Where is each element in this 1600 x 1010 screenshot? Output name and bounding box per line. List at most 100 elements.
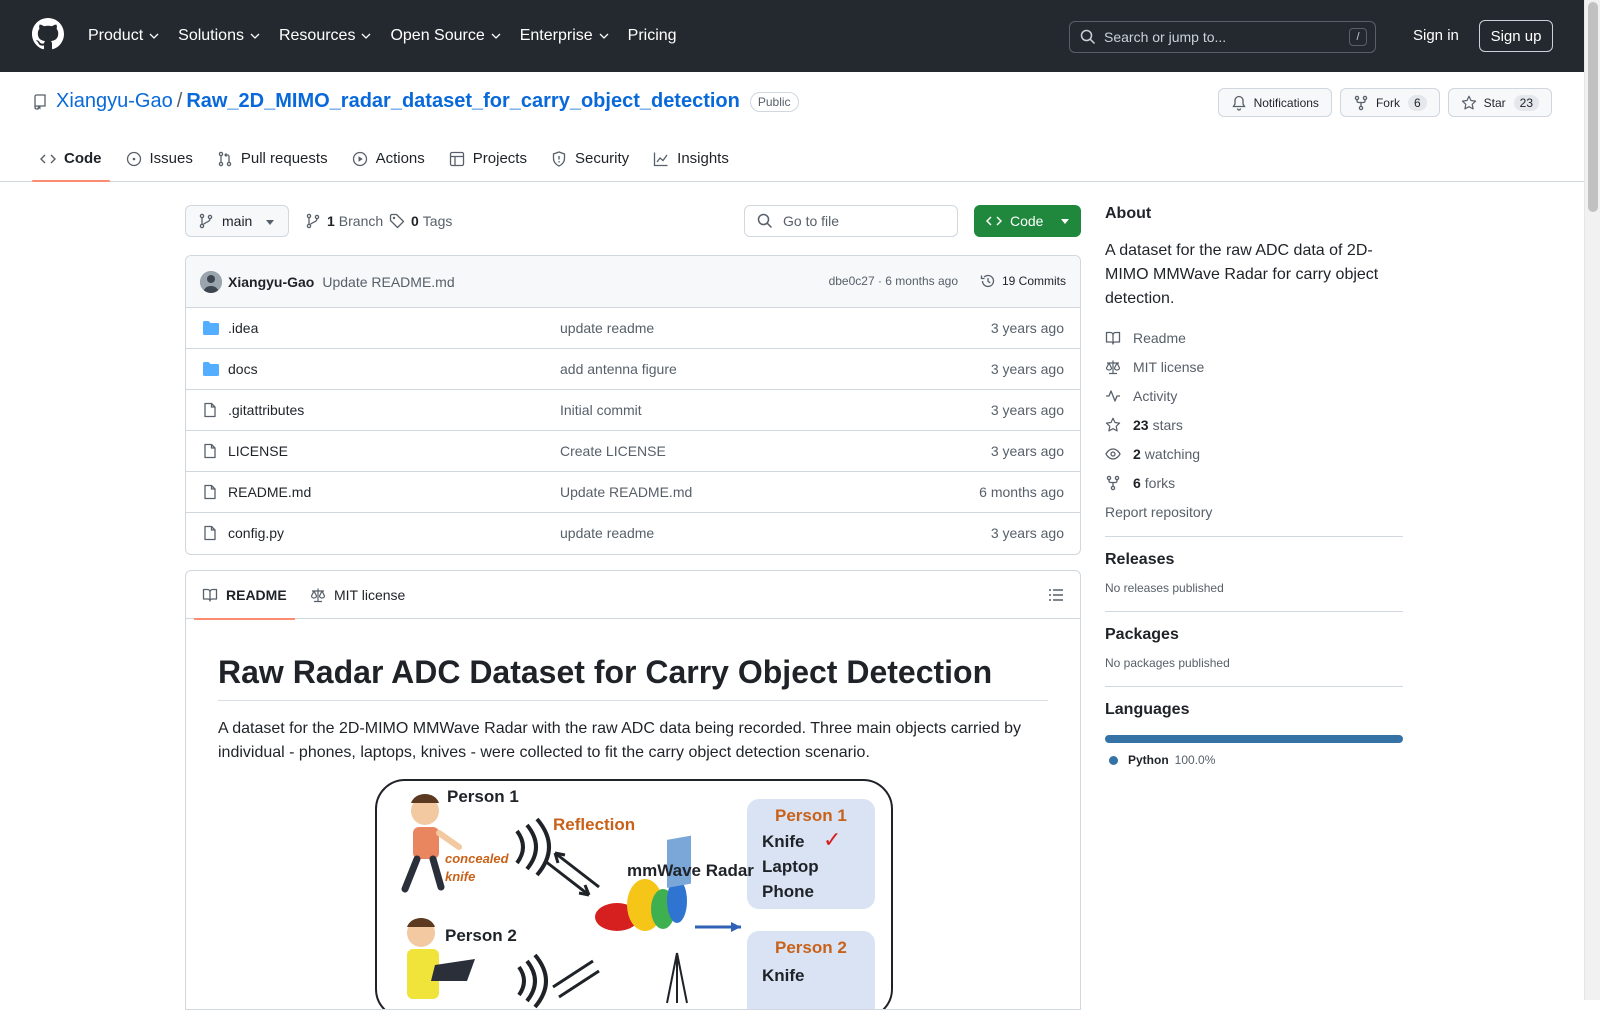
commit-hash-age[interactable]: dbe0c27 · 6 months ago [829,274,958,288]
watching-link[interactable]: 2 watching [1105,445,1403,462]
outline-list-icon[interactable] [1048,587,1064,603]
readme-figure: Person 1 Reflection concealed knife mmWa… [375,779,893,1009]
book-icon [202,588,218,602]
code-dropdown-button[interactable]: Code [974,205,1081,237]
file-age: 6 months ago [979,484,1064,500]
tab-projects[interactable]: Projects [441,142,535,182]
forks-link[interactable]: 6 forks [1105,474,1403,491]
languages-section: Languages Python 100.0% [1105,687,1403,767]
check-icon: ✓ [823,827,842,853]
file-commit-message[interactable]: add antenna figure [560,361,677,377]
commits-link[interactable]: 19 Commits [980,273,1066,289]
figure-box2-title: Person 2 [775,938,847,958]
star-count: 23 [1513,94,1539,111]
license-link[interactable]: MIT license [1105,358,1403,375]
scrollbar-thumb[interactable] [1588,2,1598,212]
nav-enterprise[interactable]: Enterprise [520,27,610,45]
file-name[interactable]: .gitattributes [228,402,304,418]
main-nav: Product Solutions Resources Open Source … [88,0,695,72]
language-name: Python [1128,753,1169,767]
file-name[interactable]: LICENSE [228,443,288,459]
nav-pricing[interactable]: Pricing [628,27,677,45]
language-percent: 100.0% [1174,753,1216,767]
language-item[interactable]: Python 100.0% [1105,753,1403,767]
tab-readme[interactable]: README [194,571,295,620]
branch-select-button[interactable]: main [185,205,289,237]
star-button[interactable]: Star 23 [1447,88,1552,117]
tab-actions[interactable]: Actions [344,142,433,182]
tags-link[interactable]: 0 Tags [389,213,452,229]
file-icon [204,525,216,541]
file-age: 3 years ago [990,525,1064,541]
fork-button[interactable]: Fork 6 [1339,88,1440,117]
go-to-file-input[interactable]: Go to file [744,205,958,237]
file-commit-message[interactable]: Create LICENSE [560,443,666,459]
nav-resources[interactable]: Resources [279,27,372,45]
activity-link[interactable]: Activity [1105,387,1403,404]
github-logo-icon[interactable] [32,18,64,50]
file-row[interactable]: docs add antenna figure 3 years ago [186,349,1080,390]
tab-code[interactable]: Code [32,142,110,182]
packages-heading[interactable]: Packages [1105,626,1403,644]
file-age: 3 years ago [990,361,1064,377]
file-commit-message[interactable]: update readme [560,525,654,541]
tab-license[interactable]: MIT license [310,571,405,619]
chevron-down-icon [250,33,260,39]
play-circle-icon [352,151,367,167]
figure-box1-title: Person 1 [775,806,847,826]
file-row[interactable]: README.md Update README.md 6 months ago [186,472,1080,513]
file-commit-message[interactable]: update readme [560,320,654,336]
about-description: A dataset for the raw ADC data of 2D-MIM… [1105,242,1379,307]
readme-link[interactable]: Readme [1105,329,1403,346]
releases-empty: No releases published [1105,581,1224,595]
file-row[interactable]: LICENSE Create LICENSE 3 years ago [186,431,1080,472]
repo-sidebar: About A dataset for the raw ADC data of … [1105,205,1403,767]
notifications-button[interactable]: Notifications [1217,88,1332,117]
file-name[interactable]: README.md [228,484,311,500]
repo-icon [34,93,46,110]
fork-icon [1354,95,1368,110]
file-name[interactable]: config.py [228,525,284,541]
file-commit-message[interactable]: Update README.md [560,484,692,500]
file-commit-message[interactable]: Initial commit [560,402,642,418]
branches-link[interactable]: 1 Branch [305,213,383,229]
repo-name-link[interactable]: Raw_2D_MIMO_radar_dataset_for_carry_obje… [186,90,740,113]
about-heading: About [1105,205,1152,222]
pull-request-icon [218,151,232,167]
tab-issues[interactable]: Issues [118,142,201,182]
sign-up-button[interactable]: Sign up [1479,20,1553,52]
report-repository-link[interactable]: Report repository [1105,503,1403,520]
repo-owner-link[interactable]: Xiangyu-Gao [56,90,173,113]
file-row[interactable]: .gitattributes Initial commit 3 years ag… [186,390,1080,431]
stars-link[interactable]: 23 stars [1105,416,1403,433]
language-bar [1105,735,1403,743]
file-name[interactable]: docs [228,361,258,377]
releases-section: Releases No releases published [1105,537,1403,595]
nav-product[interactable]: Product [88,27,160,45]
tab-pull-requests[interactable]: Pull requests [209,142,336,182]
repo-tabs: Code Issues Pull requests Actions Projec… [32,142,745,182]
file-row[interactable]: .idea update readme 3 years ago [186,308,1080,349]
file-name[interactable]: .idea [228,320,258,336]
commit-message[interactable]: Update README.md [322,274,454,290]
sign-in-link[interactable]: Sign in [1413,27,1459,44]
page-scrollbar[interactable] [1584,0,1600,1000]
star-icon [1461,95,1476,109]
tab-insights[interactable]: Insights [645,142,737,182]
scale-icon [310,588,326,603]
main-content: main 1 Branch 0 Tags Go to file Code Xiang… [185,205,1081,1010]
search-input[interactable]: Search or jump to... / [1069,21,1376,53]
pulse-icon [1106,389,1120,402]
figure-label-concealed: concealed [445,851,509,867]
search-icon [1080,29,1096,45]
tab-security[interactable]: Security [543,142,637,182]
commit-author[interactable]: Xiangyu-Gao [228,274,314,290]
branch-icon [306,213,320,229]
avatar[interactable] [200,270,222,293]
file-row[interactable]: config.py update readme 3 years ago [186,513,1080,554]
search-icon [757,213,773,229]
figure-label-reflection: Reflection [553,815,636,835]
releases-heading[interactable]: Releases [1105,551,1403,569]
nav-open-source[interactable]: Open Source [390,27,501,45]
nav-solutions[interactable]: Solutions [178,27,261,45]
